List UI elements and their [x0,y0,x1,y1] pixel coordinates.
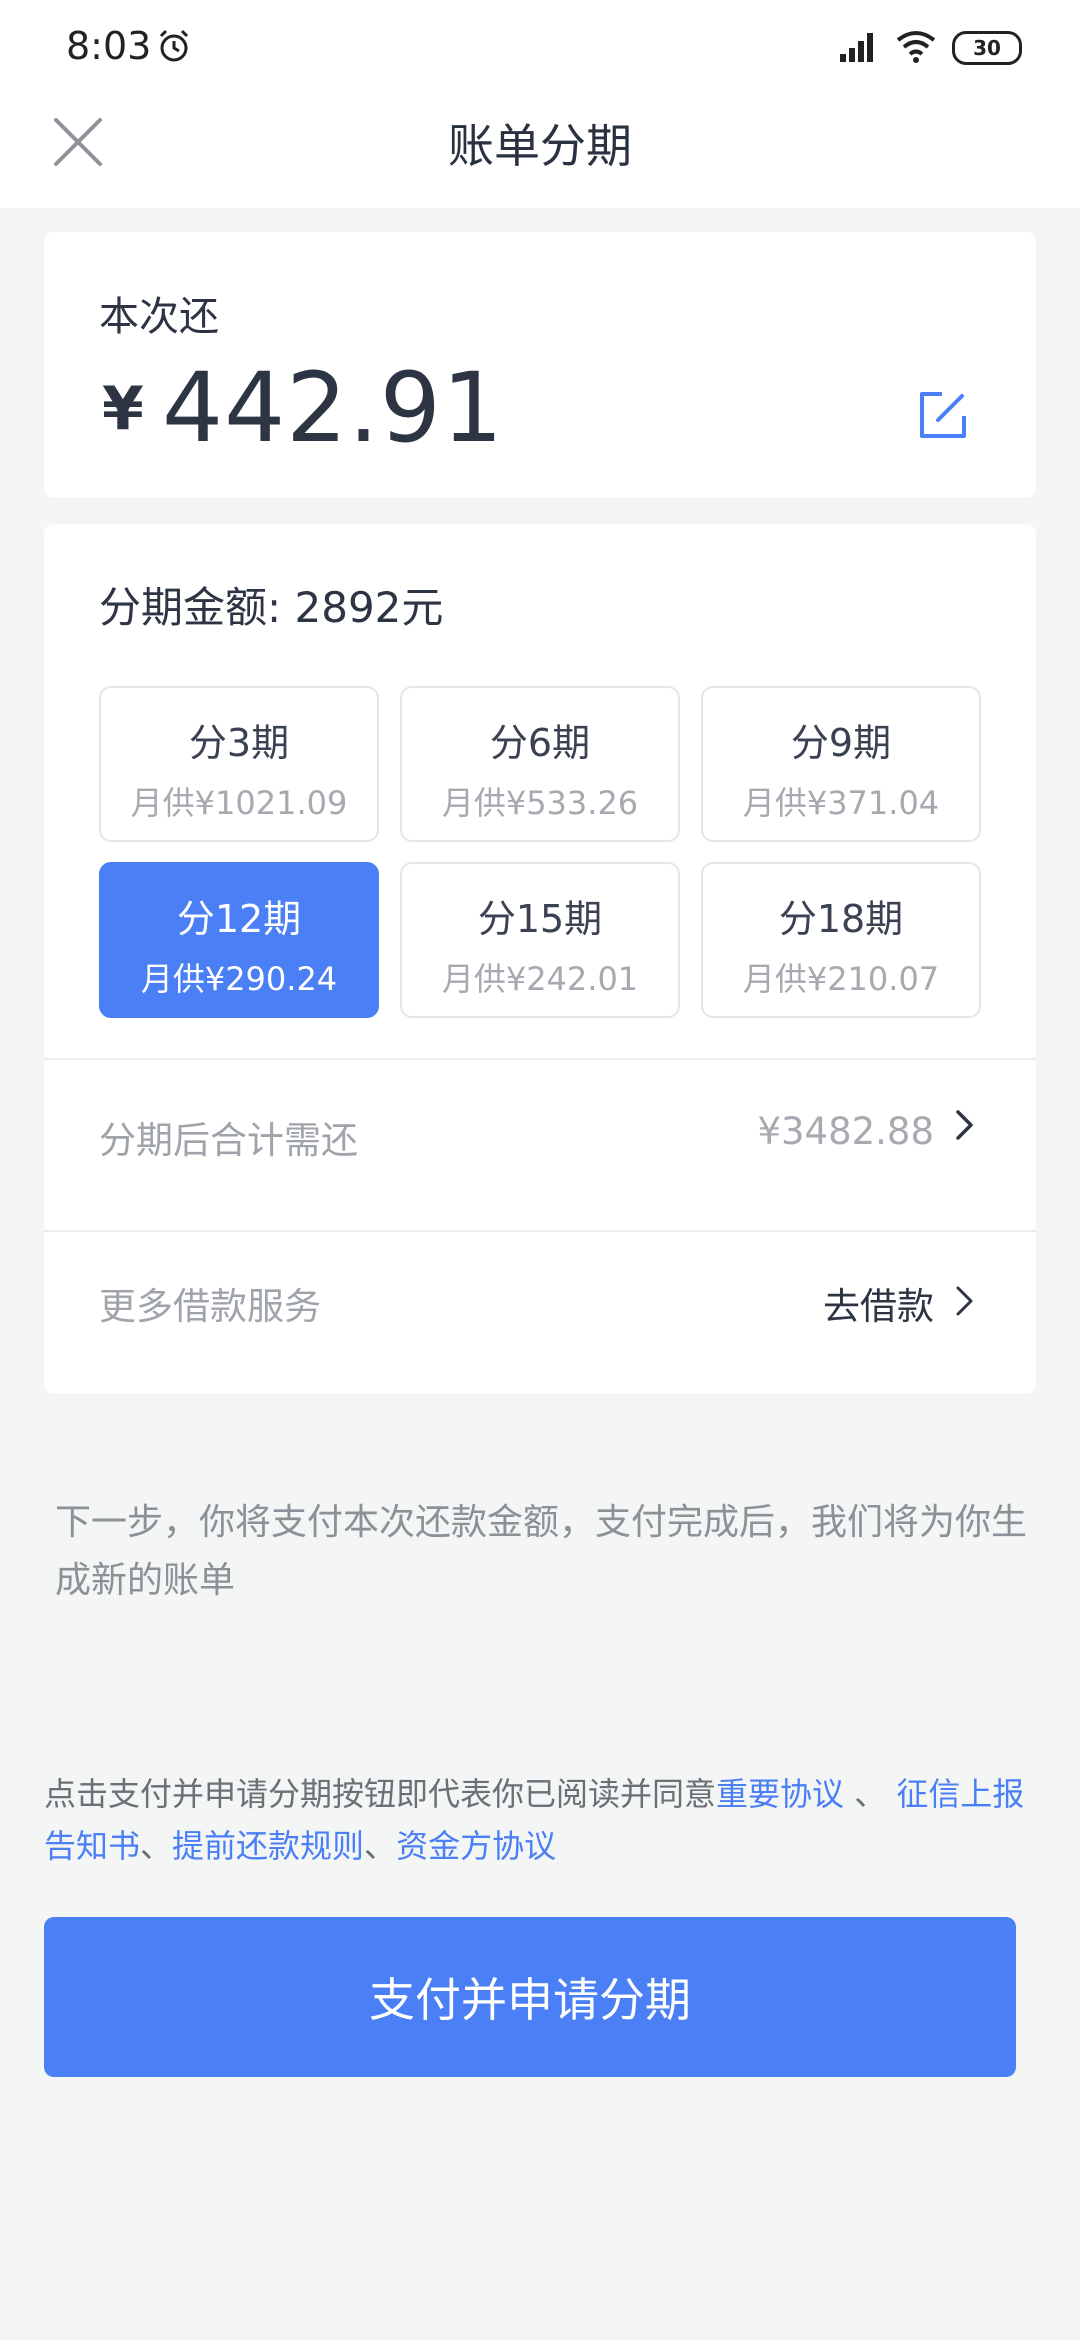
plan-option-18[interactable]: 分18期 月供¥210.07 [701,862,981,1018]
alarm-icon [159,29,189,62]
repayment-amount: 442.91 [162,352,504,464]
edit-icon[interactable] [916,388,970,442]
page-title: 账单分期 [448,119,632,173]
agreement-separator: 、 [844,1775,887,1813]
installment-card: 分期金额: 2892元 分3期 月供¥1021.09 分6期 月供¥533.26… [44,524,1036,1394]
important-agreement-link[interactable]: 重要协议 [716,1775,844,1813]
total-after-row[interactable]: 分期后合计需还 ¥3482.88 [44,1060,1036,1210]
plan-option-3[interactable]: 分3期 月供¥1021.09 [99,686,379,842]
wifi-icon [896,31,936,63]
plan-option-6[interactable]: 分6期 月供¥533.26 [400,686,680,842]
title-bar: 账单分期 [0,90,1080,208]
plan-monthly: 月供¥242.01 [441,960,639,998]
plan-option-12[interactable]: 分12期 月供¥290.24 [99,862,379,1018]
plan-period: 分9期 [790,721,892,765]
plan-period: 分15期 [477,897,603,941]
plan-monthly: 月供¥210.07 [742,960,940,998]
agreement-text: 点击支付并申请分期按钮即代表你已阅读并同意重要协议 、 征信上报告知书、提前还款… [44,1768,1034,1872]
chevron-right-icon [956,1286,973,1316]
plan-period: 分3期 [188,721,290,765]
plan-period: 分12期 [176,897,302,941]
total-after-value: ¥3482.88 [757,1110,934,1153]
installment-total: 分期金额: 2892元 [99,583,444,632]
more-services-label: 更多借款服务 [99,1285,321,1328]
plan-option-9[interactable]: 分9期 月供¥371.04 [701,686,981,842]
plan-monthly: 月供¥533.26 [441,784,639,822]
repayment-card: 本次还 ¥ 442.91 [44,232,1036,498]
funder-agreement-link[interactable]: 资金方协议 [396,1827,556,1865]
chevron-right-icon [956,1110,973,1140]
agreement-prefix: 点击支付并申请分期按钮即代表你已阅读并同意 [44,1775,717,1813]
go-borrow-link[interactable]: 去借款 [823,1276,934,1330]
total-after-label: 分期后合计需还 [99,1119,358,1162]
signal-icon [840,33,873,62]
repayment-label: 本次还 [99,294,219,340]
status-bar: 8:03 30 [0,0,1080,90]
currency-symbol: ¥ [102,374,144,444]
plan-period: 分6期 [489,721,591,765]
plan-monthly: 月供¥371.04 [742,784,940,822]
next-step-notice: 下一步，你将支付本次还款金额，支付完成后，我们将为你生成新的账单 [55,1502,1028,1601]
plan-monthly: 月供¥290.24 [140,960,338,998]
status-time: 8:03 [66,24,152,68]
plan-option-15[interactable]: 分15期 月供¥242.01 [400,862,680,1018]
agreement-separator: 、 [364,1827,397,1865]
battery-icon: 30 [952,31,1022,65]
plan-monthly: 月供¥1021.09 [130,784,348,822]
pay-and-apply-button[interactable]: 支付并申请分期 [44,1917,1016,2077]
prepayment-rules-link[interactable]: 提前还款规则 [172,1827,364,1865]
more-loan-services-row[interactable]: 更多借款服务 去借款 [44,1232,1036,1382]
plan-period: 分18期 [778,897,904,941]
agreement-separator: 、 [140,1827,173,1865]
